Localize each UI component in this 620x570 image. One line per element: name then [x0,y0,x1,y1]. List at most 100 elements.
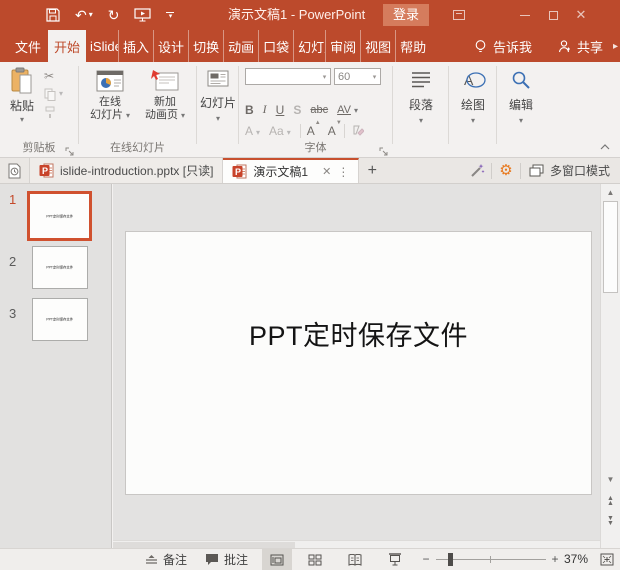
menu-tab-view[interactable]: 视图 [360,30,395,62]
font-name-dropdown-icon[interactable]: ▾ [319,73,330,81]
italic-button[interactable]: I [263,102,267,117]
ribbon-tab-bar: 文件 开始 iSlide 插入 设计 切换 动画 口袋 幻灯片 审阅 视图 帮助… [0,30,620,62]
login-button[interactable]: 登录 [383,4,429,26]
customize-qat-icon[interactable]: ▾ [166,12,174,19]
undo-button[interactable]: ↶▾ [75,8,93,22]
font-group: ▾ 60 ▾ B I U S abc AV▾ A▾ Aa▾ A▲ A▼ [239,62,392,157]
text-shadow-button[interactable]: S [293,103,301,117]
magic-wand-button[interactable] [463,158,491,183]
fit-slide-to-window-button[interactable] [597,549,617,570]
vertical-scrollbar[interactable]: ▲ ▼ ▲▲ ▼▼ [600,184,620,548]
font-size-dropdown-icon[interactable]: ▾ [369,73,380,81]
cascade-windows-icon [529,164,544,177]
save-icon[interactable] [46,8,60,22]
svg-text:P: P [235,167,241,177]
new-tab-button[interactable]: + [359,158,385,183]
document-tab-presentation1[interactable]: P 演示文稿1 ✕ ⋮ [223,158,359,183]
slide-sorter-view-button[interactable] [300,549,330,570]
collapse-ribbon-button[interactable] [598,141,612,153]
slide-canvas[interactable]: PPT定时保存文件 [125,231,592,495]
zoom-out-button[interactable]: − [418,549,434,570]
previous-slide-button[interactable]: ▲▲ [601,496,620,506]
menu-tab-insert[interactable]: 插入 [118,30,153,62]
format-painter-button[interactable] [44,105,56,119]
menu-tab-islide[interactable]: iSlide [86,30,118,62]
normal-view-button[interactable] [262,549,292,570]
menu-tab-design[interactable]: 设计 [153,30,188,62]
menu-tab-file[interactable]: 文件 [8,30,48,62]
font-dialog-launcher[interactable] [379,144,389,154]
editing-button[interactable]: 编辑 ▾ [502,70,540,125]
slideshow-view-button[interactable] [380,549,410,570]
online-slides-button[interactable]: 在线 幻灯片 ▾ [85,69,135,122]
close-tab-icon[interactable]: ✕ [322,165,331,178]
tabbar-tools: ⚙ 多窗口模式 [463,158,620,183]
zoom-percentage[interactable]: 37% [564,549,588,570]
share-button[interactable]: 共享 [558,37,603,56]
new-slide-button[interactable]: 幻灯片 ▾ [200,70,236,123]
menu-tab-animations[interactable]: 动画 [223,30,258,62]
start-slideshow-icon[interactable] [134,8,151,22]
copy-button[interactable]: ▾ [44,87,63,101]
reading-view-button[interactable] [340,549,370,570]
clear-formatting-button[interactable] [351,125,364,137]
comments-button[interactable]: 批注 [205,549,248,570]
tab-more-icon[interactable]: ⋮ [337,165,349,179]
zoom-in-button[interactable]: + [548,549,562,570]
menubar-overflow-icon[interactable]: ▸ [613,41,618,52]
scroll-down-icon[interactable]: ▼ [601,472,620,487]
recent-documents-button[interactable] [0,158,30,183]
shrink-font-button[interactable]: A▼ [328,124,336,138]
online-slides-group-label: 在线幻灯片 [79,139,196,155]
notes-button[interactable]: 备注 [145,549,187,570]
svg-text:P: P [42,166,48,176]
paragraph-button[interactable]: 段落 ▾ [401,70,441,125]
redo-button[interactable]: ↻ [108,8,120,22]
font-color-button[interactable]: A▾ [245,124,260,138]
ribbon-display-options-icon [453,10,465,20]
multi-window-mode-button[interactable]: 多窗口模式 [521,162,620,179]
menu-tab-transitions[interactable]: 切换 [188,30,223,62]
bold-button[interactable]: B [245,103,254,117]
window-title: 演示文稿1 - PowerPoint [228,0,365,30]
tell-me-button[interactable]: 告诉我 [474,37,532,56]
slide-title-text[interactable]: PPT定时保存文件 [126,314,591,353]
editing-group: 编辑 ▾ [497,62,544,157]
slide-thumbnail-3[interactable]: PPT定时保存文件 [32,298,88,341]
slide-thumbnail-2[interactable]: PPT定时保存文件 [32,246,88,289]
slide-thumbnail-1[interactable]: PPT定时保存文件 [27,191,92,241]
document-tab-islide-introduction[interactable]: P islide-introduction.pptx [只读] [30,158,223,183]
copy-icon [44,88,56,101]
menu-tab-pocket[interactable]: 口袋 [258,30,293,62]
menu-tab-slideshow[interactable]: 幻灯片 [293,30,325,62]
font-name-combobox[interactable]: ▾ [245,68,331,85]
underline-button[interactable]: U [276,103,285,117]
new-animation-page-button[interactable]: 新加 动画页 ▾ [139,69,191,122]
strikethrough-button[interactable]: abc [310,104,328,116]
menu-tab-review[interactable]: 审阅 [325,30,360,62]
character-spacing-button[interactable]: AV▾ [337,104,358,116]
zoom-slider-thumb[interactable] [448,553,453,566]
next-slide-button[interactable]: ▼▼ [601,516,620,526]
menu-tab-help[interactable]: 帮助 [395,30,430,62]
change-case-button[interactable]: Aa▾ [269,124,291,138]
clipboard-dialog-launcher[interactable] [65,144,75,154]
minimize-button[interactable] [512,0,538,30]
settings-button[interactable]: ⚙ [492,158,520,183]
format-painter-icon [44,106,56,119]
cut-button[interactable]: ✂ [44,69,54,83]
drawing-button[interactable]: A 绘图 ▾ [454,70,492,125]
ribbon-display-options-button[interactable] [446,0,472,30]
menu-tab-home[interactable]: 开始 [48,30,86,62]
grow-font-button[interactable]: A▲ [307,124,315,138]
vertical-scrollbar-thumb[interactable] [603,201,618,293]
close-button[interactable]: ✕ [568,0,594,30]
magic-wand-icon [469,163,485,179]
horizontal-scrollbar[interactable] [113,540,600,548]
font-size-combobox[interactable]: 60 ▾ [334,68,381,85]
undo-dropdown-icon[interactable]: ▾ [89,11,93,19]
maximize-button[interactable] [540,0,566,30]
paste-button[interactable]: 粘贴 ▾ [5,67,39,124]
scroll-up-icon[interactable]: ▲ [601,185,620,200]
normal-view-icon [270,554,284,566]
